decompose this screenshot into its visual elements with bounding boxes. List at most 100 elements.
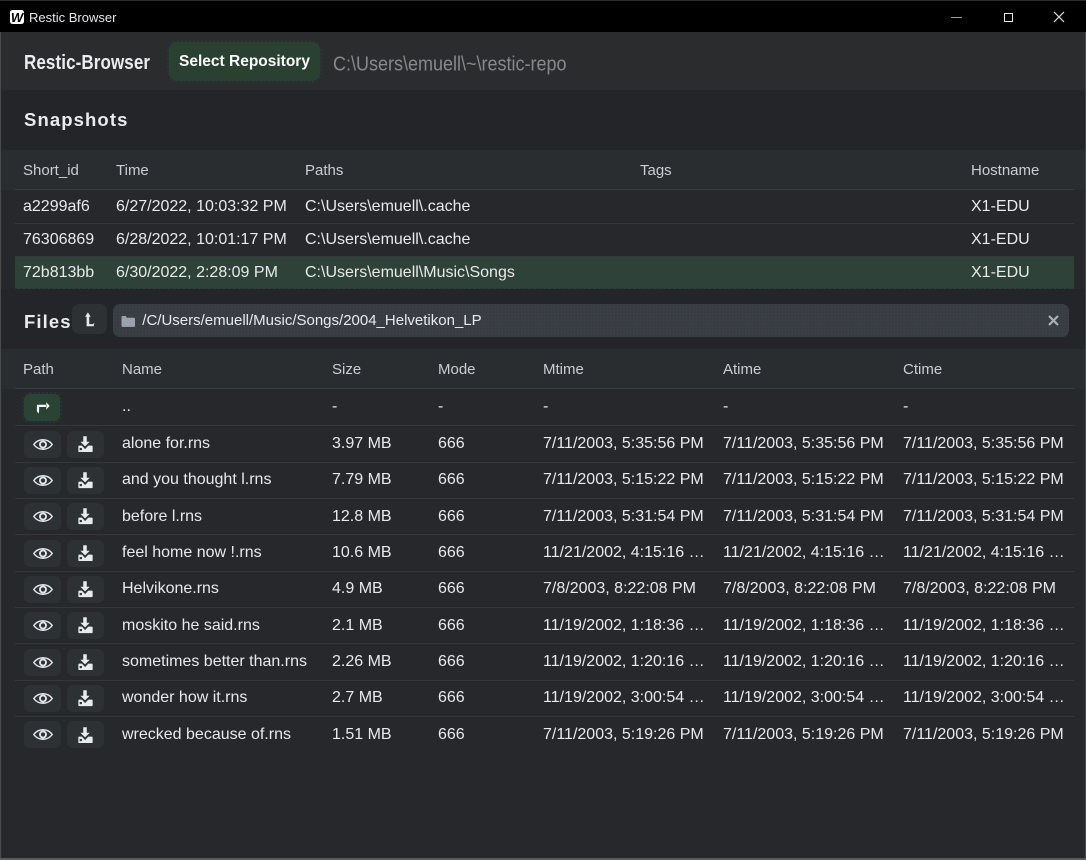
download-file-button[interactable] [67,467,104,494]
snapshot-short-id: a2299af6 [15,198,108,216]
file-atime: 7/11/2003, 5:19:26 PM [715,726,895,744]
eye-icon [33,438,53,451]
snapshots-col-paths: Paths [297,162,632,179]
eye-icon [33,619,53,632]
file-size: 2.7 MB [324,689,430,707]
snapshot-time: 6/28/2022, 10:01:17 PM [108,231,297,249]
file-atime: 11/19/2002, 1:20:16 PM [715,653,895,671]
download-file-button[interactable] [67,649,104,676]
download-file-button[interactable] [67,685,104,712]
preview-file-button[interactable] [24,649,61,676]
snapshot-row[interactable]: 763068696/28/2022, 10:01:17 PMC:\Users\e… [15,223,1074,256]
file-mode: 666 [430,580,535,598]
preview-file-button[interactable] [24,576,61,603]
file-row-actions [15,431,114,458]
window-title: Restic Browser [29,1,116,33]
file-name: alone for.rns [114,435,324,453]
snapshots-title: Snapshots [24,90,128,150]
preview-file-button[interactable] [24,467,61,494]
preview-file-button[interactable] [24,721,61,748]
snapshots-section-header: Snapshots [1,90,1085,150]
download-file-button[interactable] [67,576,104,603]
preview-file-button[interactable] [24,503,61,530]
file-name: before l.rns [114,508,324,526]
eye-icon [33,583,53,596]
file-row[interactable]: feel home now !.rns10.6 MB66611/21/2002,… [15,534,1074,570]
file-atime: 11/19/2002, 1:18:36 PM [715,617,895,635]
snapshot-row[interactable]: 72b813bb6/30/2022, 2:28:09 PMC:\Users\em… [15,256,1074,289]
minimize-button[interactable] [933,1,979,33]
go-parent-button[interactable] [24,394,60,421]
file-name: wrecked because of.rns [114,726,324,744]
file-mode: 666 [430,617,535,635]
file-row-actions [15,540,114,567]
files-table-header: Path Name Size Mode Mtime Atime Ctime [1,349,1085,389]
files-col-atime: Atime [715,361,895,378]
download-file-button[interactable] [67,721,104,748]
file-mode: 666 [430,653,535,671]
snapshot-short-id: 76306869 [15,231,108,249]
snapshot-row[interactable]: a2299af66/27/2022, 10:03:32 PMC:\Users\e… [15,190,1074,223]
file-path-input[interactable]: /C/Users/emuell/Music/Songs/2004_Helveti… [113,304,1069,337]
file-name: .. [114,398,324,416]
file-mtime: 11/19/2002, 1:18:36 PM [535,617,715,635]
eye-icon [33,474,53,487]
preview-file-button[interactable] [24,540,61,567]
close-button[interactable] [1036,1,1082,33]
preview-file-button[interactable] [24,612,61,639]
snapshots-col-hostname: Hostname [963,162,1073,179]
file-row-actions [15,649,114,676]
download-file-button[interactable] [67,503,104,530]
file-ctime: 11/21/2002, 4:15:16 PM [895,544,1073,562]
file-size: 2.1 MB [324,617,430,635]
snapshot-paths: C:\Users\emuell\Music\Songs [297,264,632,282]
level-up-icon [79,308,101,330]
clear-path-button[interactable] [1037,304,1069,337]
file-ctime: 7/11/2003, 5:35:56 PM [895,435,1073,453]
file-row-actions [15,576,114,603]
preview-file-button[interactable] [24,431,61,458]
files-table-body: ..----- alone for.rns3.97 MB6667/11/2003… [1,389,1085,858]
file-row[interactable]: before l.rns12.8 MB6667/11/2003, 5:31:54… [15,498,1074,534]
file-atime: 11/21/2002, 4:15:16 PM [715,544,895,562]
eye-icon [33,656,53,669]
file-ctime: 11/19/2002, 1:18:36 PM [895,617,1073,635]
snapshots-table-header: Short_id Time Paths Tags Hostname [1,150,1085,190]
file-mode: 666 [430,508,535,526]
file-row[interactable]: moskito he said.rns2.1 MB66611/19/2002, … [15,607,1074,643]
file-ctime: 7/11/2003, 5:15:22 PM [895,471,1073,489]
file-row[interactable]: Helvikone.rns4.9 MB6667/8/2003, 8:22:08 … [15,571,1074,607]
download-file-button[interactable] [67,431,104,458]
file-row[interactable]: and you thought l.rns7.79 MB6667/11/2003… [15,462,1074,498]
select-repository-button[interactable]: Select Repository [169,42,320,81]
download-file-button[interactable] [67,612,104,639]
snapshot-hostname: X1-EDU [963,264,1073,282]
file-name: wonder how it.rns [114,689,324,707]
file-ctime: 7/8/2003, 8:22:08 PM [895,580,1073,598]
file-name: feel home now !.rns [114,544,324,562]
preview-file-button[interactable] [24,685,61,712]
files-section-header: Files /C/Users/emuell/Music/Songs/2004_H… [1,289,1085,349]
files-col-name: Name [114,361,324,378]
download-icon [78,472,93,489]
file-name: moskito he said.rns [114,617,324,635]
snapshot-paths: C:\Users\emuell\.cache [297,198,632,216]
maximize-button[interactable] [985,1,1031,33]
file-size: - [324,398,430,416]
file-mtime: 7/11/2003, 5:31:54 PM [535,508,715,526]
file-row[interactable]: alone for.rns3.97 MB6667/11/2003, 5:35:5… [15,425,1074,461]
file-ctime: 11/19/2002, 1:20:16 PM [895,653,1073,671]
download-icon [78,436,93,453]
window-border-left [0,32,1,860]
file-size: 4.9 MB [324,580,430,598]
download-file-button[interactable] [67,540,104,567]
parent-directory-row[interactable]: ..----- [15,389,1074,425]
file-ctime: 7/11/2003, 5:19:26 PM [895,726,1073,744]
files-col-path: Path [15,361,114,378]
file-row[interactable]: wonder how it.rns2.7 MB66611/19/2002, 3:… [15,680,1074,716]
file-mtime: 11/19/2002, 3:00:54 PM [535,689,715,707]
file-row[interactable]: wrecked because of.rns1.51 MB6667/11/200… [15,716,1074,752]
level-up-button[interactable] [72,304,107,334]
file-row-actions [15,612,114,639]
file-row[interactable]: sometimes better than.rns2.26 MB66611/19… [15,643,1074,679]
